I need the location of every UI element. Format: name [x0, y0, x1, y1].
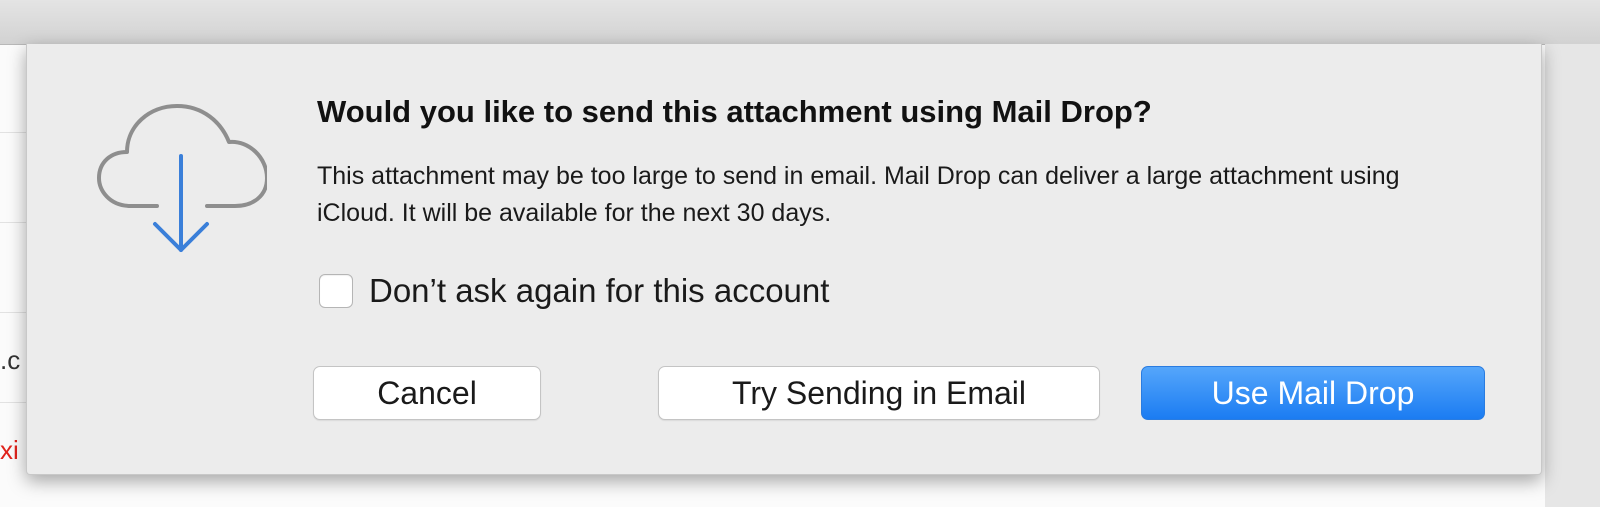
dialog-message: This attachment may be too large to send…: [317, 162, 1400, 227]
window-background: [1545, 44, 1600, 507]
window-titlebar: [0, 0, 1600, 45]
dialog-title: Would you like to send this attachment u…: [317, 94, 1152, 129]
try-sending-in-email-button[interactable]: Try Sending in Email: [658, 366, 1100, 420]
dont-ask-again-checkbox[interactable]: [319, 274, 353, 308]
mail-drop-dialog: Would you like to send this attachment u…: [26, 44, 1542, 475]
mail-window: .c xi Would you like to send this attach…: [0, 0, 1600, 507]
background-list-text: .c: [0, 345, 21, 375]
icloud-download-icon: [97, 104, 267, 252]
list-divider: [0, 402, 26, 403]
list-divider: [0, 222, 26, 223]
list-divider: [0, 132, 26, 133]
dont-ask-again-option[interactable]: Don’t ask again for this account: [319, 272, 829, 310]
background-list-text: xi: [0, 435, 19, 465]
cancel-button[interactable]: Cancel: [313, 366, 541, 420]
checkbox-label: Don’t ask again for this account: [369, 272, 830, 309]
list-divider: [0, 312, 26, 313]
use-mail-drop-button[interactable]: Use Mail Drop: [1141, 366, 1485, 420]
